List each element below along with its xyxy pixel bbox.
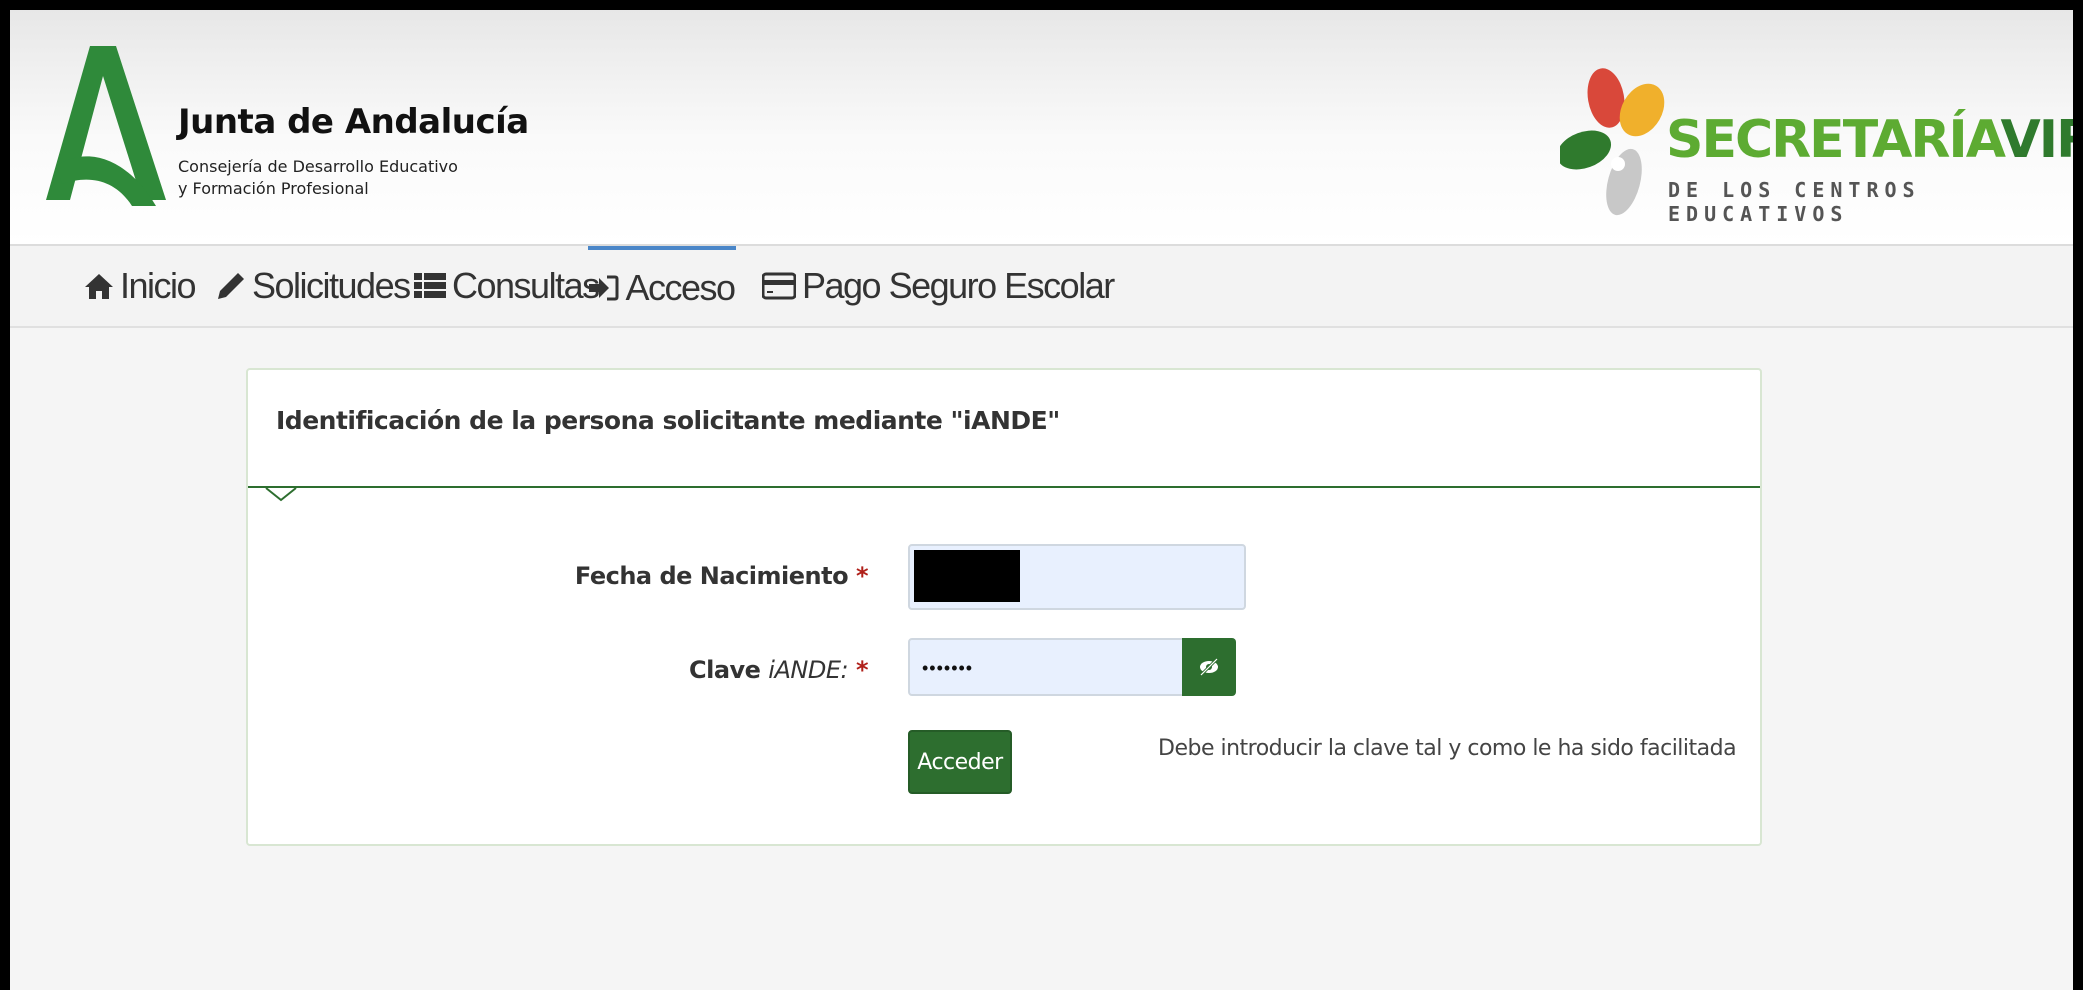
org-name: Junta de Andalucía (178, 102, 529, 142)
password-value: ••••••• (922, 658, 974, 678)
password-label-prefix: Clave (688, 656, 769, 684)
nav-label-pago-seguro-escolar: Pago Seguro Escolar (802, 265, 1115, 306)
nav-label-consultas: Consultas (452, 265, 600, 306)
browser-viewport: Junta de Andalucía Consejería de Desarro… (10, 10, 2073, 990)
password-field[interactable]: ••••••• (908, 638, 1184, 696)
nav-item-inicio[interactable]: Inicio (84, 246, 197, 326)
org-subtitle: Consejería de Desarrollo Educativo y For… (178, 156, 458, 200)
toggle-password-visibility-button[interactable] (1182, 638, 1236, 696)
nav-label-inicio: Inicio (120, 265, 197, 306)
acceder-button[interactable]: Acceder (908, 730, 1012, 794)
required-mark: * (855, 562, 869, 590)
list-icon (414, 273, 446, 298)
nav-item-pago-seguro-escolar[interactable]: Pago Seguro Escolar (762, 246, 1115, 326)
brand-title-part1: SECRETARÍA (1666, 110, 2002, 170)
nav-item-acceso[interactable]: Acceso (588, 246, 736, 326)
birthdate-label-text: Fecha de Nacimiento (574, 562, 849, 590)
nav-label-solicitudes: Solicitudes (252, 265, 411, 306)
site-header: Junta de Andalucía Consejería de Desarro… (10, 10, 2073, 246)
panel-divider (248, 486, 1760, 488)
password-label: Clave iANDE: * (390, 656, 869, 684)
birthdate-field[interactable] (908, 544, 1246, 610)
divider-notch-icon (265, 487, 297, 502)
junta-andalucia-logo[interactable] (46, 46, 166, 214)
eye-slash-icon (1199, 658, 1219, 676)
pencil-icon (218, 273, 244, 299)
nav-label-acceso: Acceso (625, 267, 736, 308)
secretaria-virtual-logo-icon[interactable] (1560, 64, 1670, 224)
brand-title: SECRETARÍAVIRTUAL (1666, 114, 2073, 166)
brand-title-part2: VIRTUAL (2000, 110, 2073, 170)
nav-item-solicitudes[interactable]: Solicitudes (216, 246, 411, 326)
sign-in-icon (589, 275, 619, 301)
main-nav: Inicio Solicitudes Consultas Acceso Pago… (10, 246, 2073, 328)
password-hint: Debe introducir la clave tal y como le h… (1158, 736, 1737, 761)
org-subtitle-line2: y Formación Profesional (178, 179, 369, 198)
redacted-value (914, 550, 1020, 602)
home-icon (85, 274, 113, 299)
nav-item-consultas[interactable]: Consultas (414, 246, 600, 326)
panel-title: Identificación de la persona solicitante… (276, 406, 1060, 435)
credit-card-icon (762, 272, 796, 300)
required-mark-2: * (855, 656, 869, 684)
password-label-em: iANDE: (768, 656, 849, 684)
brand-subtitle: DE LOS CENTROS EDUCATIVOS (1668, 178, 1921, 226)
org-subtitle-line1: Consejería de Desarrollo Educativo (178, 157, 458, 176)
birthdate-label: Fecha de Nacimiento * (390, 562, 869, 590)
